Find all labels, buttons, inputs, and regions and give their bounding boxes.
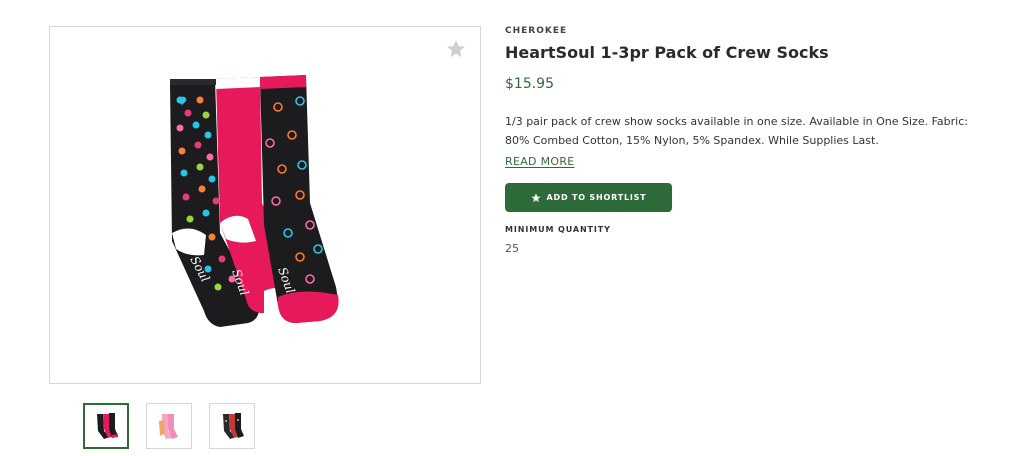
socks-thumbnail-image: [97, 413, 118, 439]
add-to-shortlist-label: ADD TO SHORTLIST: [546, 193, 647, 202]
socks-thumbnail-image: [159, 414, 178, 439]
socks-thumbnail-image: [223, 413, 244, 439]
product-description: 1/3 pair pack of crew show socks availab…: [505, 115, 968, 147]
product-main-image: Soul Soul Soul: [49, 26, 481, 384]
thumbnail-socks-black-pink[interactable]: [83, 403, 129, 449]
brand-name: CHEROKEE: [505, 26, 568, 36]
product-title: HeartSoul 1-3pr Pack of Crew Socks: [505, 43, 829, 62]
add-to-shortlist-button[interactable]: ADD TO SHORTLIST: [505, 183, 672, 212]
thumbnail-socks-pink-peach[interactable]: [146, 403, 192, 449]
thumbnail-strip: [83, 403, 255, 449]
socks-product-photo: Soul Soul Soul: [170, 75, 339, 327]
star-icon: [531, 193, 541, 202]
star-icon[interactable]: [446, 39, 466, 59]
product-info: CHEROKEE HeartSoul 1-3pr Pack of Crew So…: [505, 26, 985, 255]
read-more-link[interactable]: READ MORE: [505, 155, 575, 168]
thumbnail-socks-dark-pattern[interactable]: [209, 403, 255, 449]
product-price: $15.95: [505, 76, 554, 92]
minimum-quantity-value: 25: [505, 242, 519, 255]
minimum-quantity-label: MINIMUM QUANTITY: [505, 225, 611, 234]
